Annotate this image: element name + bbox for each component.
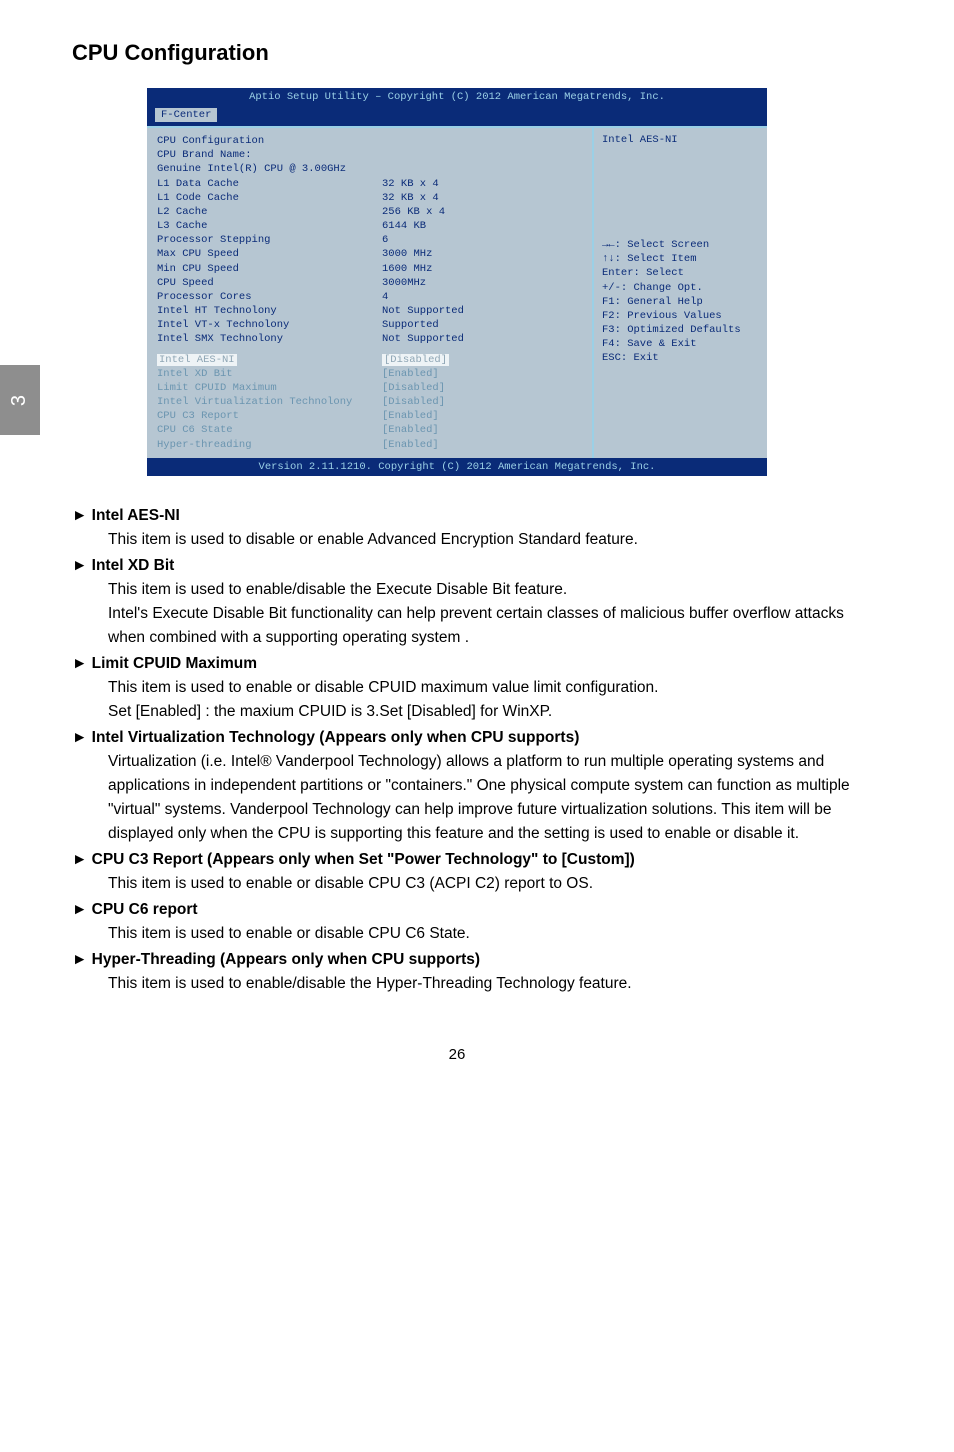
desc-item-heading: ► CPU C3 Report (Appears only when Set "… bbox=[72, 848, 874, 872]
bios-row-key: Min CPU Speed bbox=[157, 262, 382, 276]
chapter-tab: 3 bbox=[0, 365, 40, 435]
bios-row-value: 3000 MHz bbox=[382, 247, 432, 261]
bios-help-line: ↑↓: Select Item bbox=[602, 252, 759, 266]
bios-option-key: Limit CPUID Maximum bbox=[157, 381, 382, 395]
desc-item-heading: ► Hyper-Threading (Appears only when CPU… bbox=[72, 948, 874, 972]
bios-help-line: F2: Previous Values bbox=[602, 309, 759, 323]
desc-item-body: This item is used to enable or disable C… bbox=[108, 676, 874, 700]
bios-option-key: CPU C3 Report bbox=[157, 409, 382, 423]
chapter-number: 3 bbox=[9, 394, 32, 405]
page-number: 26 bbox=[40, 1046, 874, 1063]
bios-selected-value: [Disabled] bbox=[382, 354, 449, 366]
bios-row-value: 6144 KB bbox=[382, 219, 426, 233]
bios-option-value: [Disabled] bbox=[382, 395, 445, 409]
bios-row-key: Processor Cores bbox=[157, 290, 382, 304]
bios-row-key: L3 Cache bbox=[157, 219, 382, 233]
bios-left-panel: CPU Configuration CPU Brand Name: Genuin… bbox=[147, 128, 592, 458]
bios-row-value: 3000MHz bbox=[382, 276, 426, 290]
desc-item-body: This item is used to disable or enable A… bbox=[108, 528, 874, 552]
bios-row-key: Intel VT-x Technolony bbox=[157, 318, 382, 332]
bios-row-value: Not Supported bbox=[382, 332, 464, 346]
bios-brand-label: CPU Brand Name: bbox=[157, 148, 382, 162]
desc-item-heading: ► Intel XD Bit bbox=[72, 554, 874, 578]
bios-tab-fcenter: F-Center bbox=[155, 108, 217, 122]
bios-help-line: Enter: Select bbox=[602, 266, 759, 280]
page-heading: CPU Configuration bbox=[72, 40, 874, 66]
bios-help-line: +/-: Change Opt. bbox=[602, 281, 759, 295]
bios-help-line: F1: General Help bbox=[602, 295, 759, 309]
bios-help-line: →←: Select Screen bbox=[602, 238, 759, 252]
bios-tabs: F-Center bbox=[147, 106, 767, 126]
bios-option-value: [Enabled] bbox=[382, 438, 439, 452]
bios-row-key: L2 Cache bbox=[157, 205, 382, 219]
bios-option-value: [Enabled] bbox=[382, 367, 439, 381]
desc-item-body: This item is used to enable/disable the … bbox=[108, 578, 874, 602]
desc-item-body: This item is used to enable or disable C… bbox=[108, 922, 874, 946]
bios-help-line: F3: Optimized Defaults bbox=[602, 323, 759, 337]
bios-help-line: F4: Save & Exit bbox=[602, 337, 759, 351]
desc-item-body: This item is used to enable/disable the … bbox=[108, 972, 874, 996]
bios-option-key: CPU C6 State bbox=[157, 423, 382, 437]
desc-item-heading: ► CPU C6 report bbox=[72, 898, 874, 922]
bios-row-key: Processor Stepping bbox=[157, 233, 382, 247]
bios-row-key: L1 Data Cache bbox=[157, 177, 382, 191]
desc-item-heading: ► Intel AES-NI bbox=[72, 504, 874, 528]
bios-row-value: 256 KB x 4 bbox=[382, 205, 445, 219]
bios-option-key: Hyper-threading bbox=[157, 438, 382, 452]
bios-row-value: 1600 MHz bbox=[382, 262, 432, 276]
bios-row-key: Intel SMX Technolony bbox=[157, 332, 382, 346]
bios-selected-key: Intel AES-NI bbox=[157, 354, 237, 366]
bios-row-key: L1 Code Cache bbox=[157, 191, 382, 205]
bios-row-value: Supported bbox=[382, 318, 439, 332]
bios-option-key: Intel Virtualization Technolony bbox=[157, 395, 382, 409]
bios-row-value: Not Supported bbox=[382, 304, 464, 318]
desc-item-body: Intel's Execute Disable Bit functionalit… bbox=[108, 602, 874, 650]
bios-option-value: [Disabled] bbox=[382, 381, 445, 395]
bios-section-title: CPU Configuration bbox=[157, 134, 382, 148]
bios-footer: Version 2.11.1210. Copyright (C) 2012 Am… bbox=[147, 458, 767, 476]
desc-item-body: This item is used to enable or disable C… bbox=[108, 872, 874, 896]
bios-brand-value: Genuine Intel(R) CPU @ 3.00GHz bbox=[157, 162, 382, 176]
bios-row-value: 4 bbox=[382, 290, 388, 304]
bios-row-key: Max CPU Speed bbox=[157, 247, 382, 261]
bios-help-title: Intel AES-NI bbox=[602, 134, 759, 146]
bios-title-bar: Aptio Setup Utility – Copyright (C) 2012… bbox=[147, 88, 767, 106]
bios-option-value: [Enabled] bbox=[382, 423, 439, 437]
bios-row-value: 32 KB x 4 bbox=[382, 177, 439, 191]
description-section: ► Intel AES-NIThis item is used to disab… bbox=[72, 504, 874, 996]
desc-item-body: Set [Enabled] : the maxium CPUID is 3.Se… bbox=[108, 700, 874, 724]
bios-row-key: Intel HT Technolony bbox=[157, 304, 382, 318]
bios-row-key: CPU Speed bbox=[157, 276, 382, 290]
bios-option-value: [Enabled] bbox=[382, 409, 439, 423]
desc-item-heading: ► Intel Virtualization Technology (Appea… bbox=[72, 726, 874, 750]
desc-item-body: Virtualization (i.e. Intel® Vanderpool T… bbox=[108, 750, 874, 846]
bios-row-value: 6 bbox=[382, 233, 388, 247]
bios-right-panel: Intel AES-NI →←: Select Screen↑↓: Select… bbox=[592, 128, 767, 458]
desc-item-heading: ► Limit CPUID Maximum bbox=[72, 652, 874, 676]
bios-option-key: Intel XD Bit bbox=[157, 367, 382, 381]
bios-screenshot: Aptio Setup Utility – Copyright (C) 2012… bbox=[147, 88, 767, 476]
bios-row-value: 32 KB x 4 bbox=[382, 191, 439, 205]
bios-help-line: ESC: Exit bbox=[602, 351, 759, 365]
